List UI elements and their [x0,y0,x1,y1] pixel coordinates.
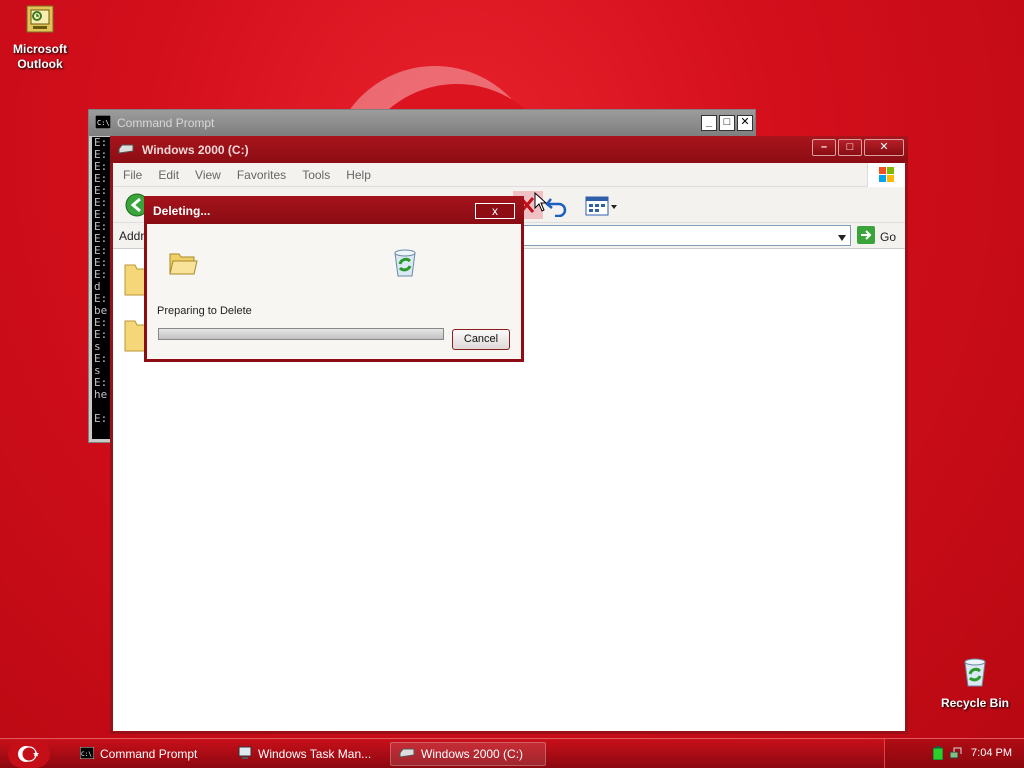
taskbar: C:\ Command Prompt Windows Task Man... W… [0,738,1024,768]
close-button[interactable]: ✕ [864,139,904,156]
desktop-icon-label: Recycle Bin [940,696,1010,710]
folder-icon [168,250,198,279]
address-input[interactable] [493,225,851,246]
views-icon[interactable] [585,195,619,220]
recycle-bin-icon [390,248,420,281]
taskbar-item-explorer[interactable]: Windows 2000 (C:) [390,742,546,766]
recycle-bin-icon [935,656,1015,692]
menu-help[interactable]: Help [346,168,371,182]
explorer-title-bar[interactable]: Windows 2000 (C:) – □ ✕ [110,136,908,163]
desktop-icon-outlook[interactable]: Microsoft Outlook [0,4,80,72]
menu-view[interactable]: View [195,168,221,182]
maximize-button[interactable]: □ [838,139,862,156]
dialog-status-text: Preparing to Delete [157,305,252,317]
dialog-title: Deleting... [153,204,211,218]
windows-logo-icon [867,163,905,187]
menu-bar: File Edit View Favorites Tools Help [113,163,905,187]
mouse-cursor-icon [534,191,548,215]
minimize-button[interactable]: – [812,139,836,156]
taskbar-item-label: Command Prompt [100,747,198,761]
system-tray: 7:04 PM [884,739,1024,768]
undo-icon[interactable] [545,195,569,220]
clock[interactable]: 7:04 PM [971,747,1012,759]
go-label: Go [880,229,897,244]
dialog-close-button[interactable]: x [475,203,515,219]
battery-icon[interactable] [932,745,944,763]
explorer-title: Windows 2000 (C:) [142,142,249,157]
taskbar-item-command-prompt[interactable]: C:\ Command Prompt [72,742,222,766]
delete-progress-bar [158,328,444,340]
svg-text:C:\: C:\ [97,119,110,127]
menu-favorites[interactable]: Favorites [237,168,286,182]
dialog-title-bar[interactable]: Deleting... [144,196,524,224]
svg-text:C:\: C:\ [81,751,92,758]
network-icon[interactable] [949,746,963,763]
minimize-button[interactable]: _ [701,115,717,131]
taskbar-item-label: Windows Task Man... [258,747,372,761]
desktop-icon-recycle-bin[interactable]: Recycle Bin [935,656,1015,711]
address-label: Addr [119,229,145,243]
outlook-icon [0,4,80,38]
go-button[interactable]: Go [857,226,896,247]
taskbar-item-task-manager[interactable]: Windows Task Man... [230,742,380,766]
start-button[interactable] [8,740,50,768]
deleting-dialog[interactable]: Deleting... x Preparing to Delete Cancel [144,196,524,362]
task-manager-icon [238,746,252,763]
cmd-title: Command Prompt [117,116,215,130]
maximize-button[interactable]: □ [719,115,735,131]
cmd-icon: C:\ [79,746,95,762]
drive-icon [118,143,134,157]
menu-file[interactable]: File [123,168,142,182]
cancel-button[interactable]: Cancel [452,329,510,350]
cmd-icon: C:\ [94,114,112,132]
menu-tools[interactable]: Tools [302,168,330,182]
close-button[interactable]: ✕ [737,115,753,131]
desktop-icon-label: Microsoft Outlook [13,42,67,71]
cmd-title-bar[interactable]: C:\ Command Prompt [89,110,755,136]
go-arrow-icon [857,226,875,247]
taskbar-item-label: Windows 2000 (C:) [421,747,524,761]
chevron-down-icon[interactable] [838,230,846,244]
menu-edit[interactable]: Edit [158,168,179,182]
drive-icon [399,747,415,761]
